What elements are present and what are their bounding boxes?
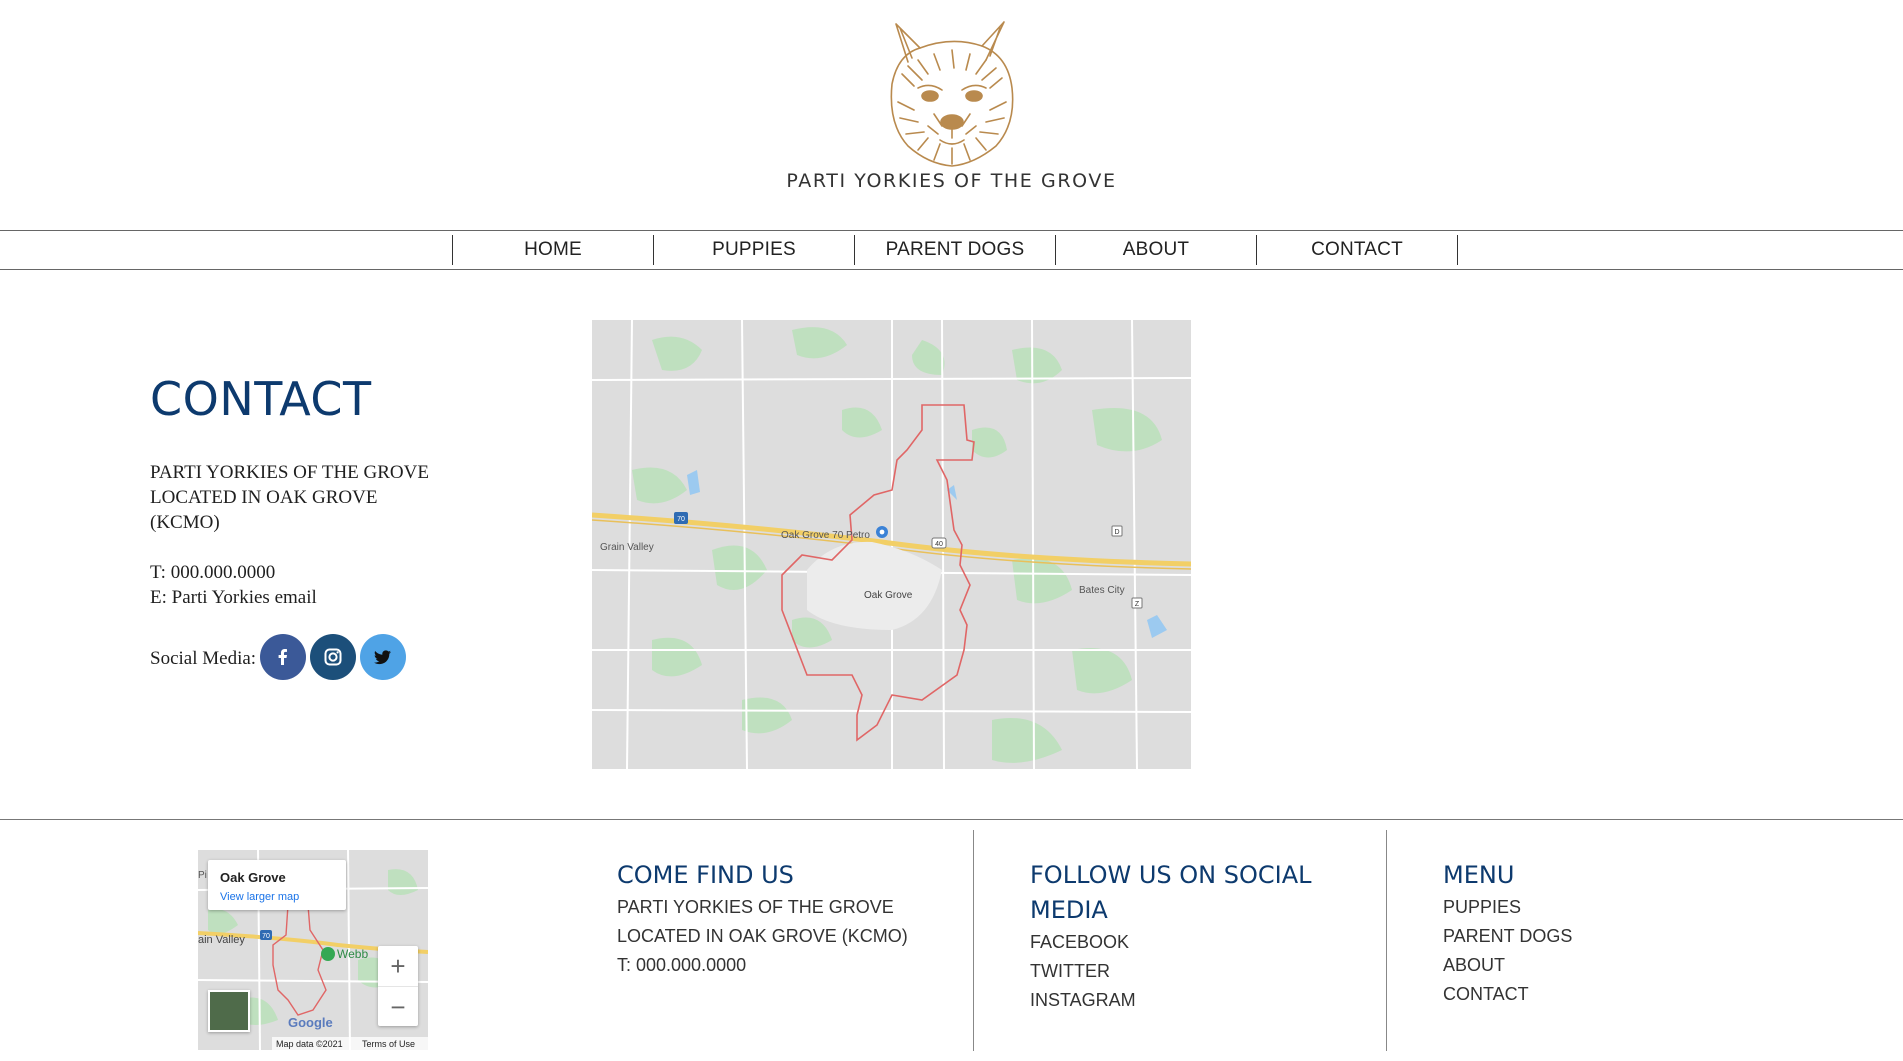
contact-phone: T: 000.000.0000 bbox=[150, 562, 276, 583]
address-line-3: (KCMO) bbox=[150, 512, 220, 533]
contact-address: PARTI YORKIES OF THE GROVE LOCATED IN OA… bbox=[150, 460, 450, 535]
map-label-oak-grove: Oak Grove bbox=[864, 590, 913, 601]
social-media-label: Social Media: bbox=[150, 648, 257, 669]
address-line-2: LOCATED IN OAK GROVE bbox=[150, 487, 378, 508]
footer-social: FOLLOW US ON SOCIAL MEDIA FACEBOOK TWITT… bbox=[1030, 858, 1340, 1015]
contact-email[interactable]: E: Parti Yorkies email bbox=[150, 585, 317, 610]
nav-menu: HOME PUPPIES PARENT DOGS ABOUT CONTACT bbox=[452, 235, 1458, 265]
mini-map-shield-70: 70 bbox=[262, 933, 270, 940]
twitter-button[interactable] bbox=[360, 634, 406, 680]
zoom-out-button[interactable]: − bbox=[378, 986, 418, 1027]
nav-item-parent-dogs[interactable]: PARENT DOGS bbox=[854, 235, 1055, 265]
instagram-button[interactable] bbox=[310, 634, 356, 680]
footer-mini-map[interactable]: 70 ain Valley Webb Pi Google Map data ©2… bbox=[198, 850, 428, 1050]
social-title-line-2: MEDIA bbox=[1030, 896, 1108, 924]
footer-column-divider bbox=[973, 830, 974, 1051]
footer-find-us: COME FIND US PARTI YORKIES OF THE GROVE … bbox=[617, 858, 908, 980]
mini-map-label-edge: Pi bbox=[198, 870, 207, 881]
instagram-icon bbox=[324, 648, 342, 666]
map-label-grain-valley: Grain Valley bbox=[600, 542, 654, 553]
map-label-bates-city: Bates City bbox=[1079, 585, 1125, 596]
page-title: CONTACT bbox=[150, 372, 372, 426]
facebook-button[interactable] bbox=[260, 634, 306, 680]
address-line-1: PARTI YORKIES OF THE GROVE bbox=[150, 462, 429, 483]
nav-item-puppies[interactable]: PUPPIES bbox=[653, 235, 854, 265]
mini-map-label-webb: Webb bbox=[337, 947, 368, 961]
map-label-petro: Oak Grove 70 Petro bbox=[781, 530, 870, 541]
find-us-line-2: LOCATED IN OAK GROVE (KCMO) bbox=[617, 926, 908, 946]
map-canvas: 70 40 D Z Oak Grove 70 Petro Oak Grove G… bbox=[592, 320, 1191, 769]
footer-menu-about[interactable]: ABOUT bbox=[1443, 951, 1572, 980]
map-shield-40: 40 bbox=[935, 541, 943, 548]
zoom-controls: + − bbox=[378, 946, 418, 1026]
footer-menu-parent-dogs[interactable]: PARENT DOGS bbox=[1443, 922, 1572, 951]
footer-column-divider bbox=[1386, 830, 1387, 1051]
brand-name: PARTI YORKIES OF THE GROVE bbox=[786, 170, 1117, 192]
find-us-line-1: PARTI YORKIES OF THE GROVE bbox=[617, 897, 894, 917]
main-navigation: HOME PUPPIES PARENT DOGS ABOUT CONTACT bbox=[0, 230, 1903, 270]
menu-title: MENU bbox=[1443, 861, 1515, 889]
map-shield-d: D bbox=[1114, 529, 1119, 536]
facebook-icon bbox=[278, 649, 287, 665]
nav-item-about[interactable]: ABOUT bbox=[1055, 235, 1256, 265]
footer-link-facebook[interactable]: FACEBOOK bbox=[1030, 928, 1340, 957]
footer-menu: MENU PUPPIES PARENT DOGS ABOUT CONTACT bbox=[1443, 858, 1572, 1009]
find-us-title: COME FIND US bbox=[617, 861, 794, 889]
nav-item-home[interactable]: HOME bbox=[452, 235, 653, 265]
social-title-line-1: FOLLOW US ON SOCIAL bbox=[1030, 861, 1312, 889]
twitter-icon bbox=[374, 650, 391, 665]
footer-divider bbox=[0, 819, 1903, 820]
footer-menu-puppies[interactable]: PUPPIES bbox=[1443, 893, 1572, 922]
map-info-card: Oak Grove View larger map bbox=[208, 860, 346, 910]
location-map[interactable]: 70 40 D Z Oak Grove 70 Petro Oak Grove G… bbox=[592, 320, 1191, 769]
map-place-name: Oak Grove bbox=[220, 870, 286, 885]
footer-link-twitter[interactable]: TWITTER bbox=[1030, 957, 1340, 986]
site-header: PARTI YORKIES OF THE GROVE bbox=[0, 0, 1903, 220]
map-terms-link[interactable]: Terms of Use bbox=[362, 1039, 415, 1049]
view-larger-map-link[interactable]: View larger map bbox=[220, 891, 299, 903]
footer-link-instagram[interactable]: INSTAGRAM bbox=[1030, 986, 1340, 1015]
yorkie-dog-face-logo-icon[interactable] bbox=[878, 14, 1026, 174]
map-shield-z: Z bbox=[1135, 601, 1140, 608]
map-shield-70: 70 bbox=[677, 516, 685, 523]
find-us-line-3: T: 000.000.0000 bbox=[617, 955, 747, 975]
google-logo: Google bbox=[288, 1015, 333, 1030]
nav-item-contact[interactable]: CONTACT bbox=[1256, 235, 1458, 265]
mini-map-label-grain-valley: ain Valley bbox=[198, 934, 245, 946]
footer-menu-contact[interactable]: CONTACT bbox=[1443, 980, 1572, 1009]
zoom-in-button[interactable]: + bbox=[378, 946, 418, 986]
map-data-attribution: Map data ©2021 bbox=[276, 1039, 343, 1049]
satellite-view-toggle[interactable] bbox=[208, 990, 250, 1032]
